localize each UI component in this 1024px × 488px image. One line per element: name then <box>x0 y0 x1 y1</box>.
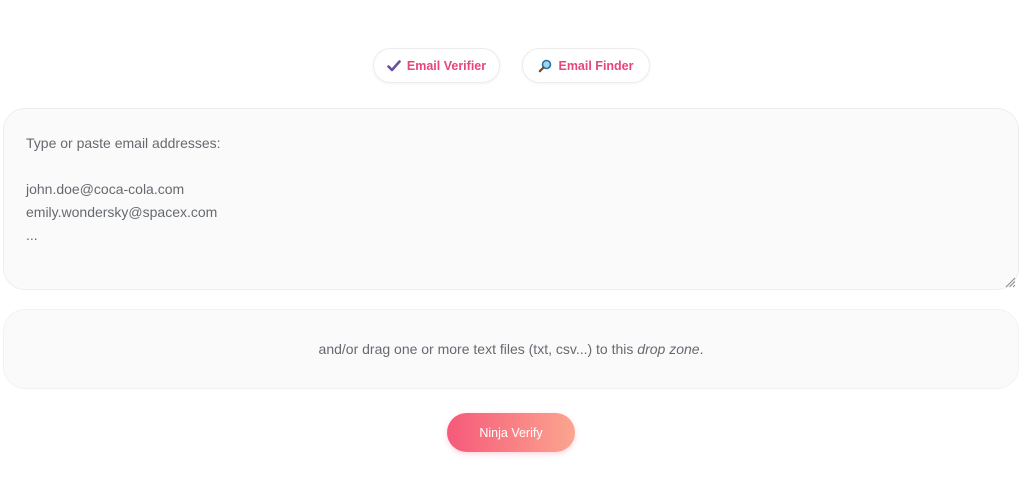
resize-handle-icon[interactable] <box>1004 275 1016 288</box>
email-input-box: Type or paste email addresses: john.doe@… <box>3 108 1019 290</box>
tab-email-verifier[interactable]: Email Verifier <box>373 48 500 83</box>
drop-zone-emphasis: drop zone <box>637 341 700 357</box>
drop-zone-text: and/or drag one or more text files (txt,… <box>318 341 704 357</box>
magnifier-icon <box>538 59 552 73</box>
email-input[interactable]: Type or paste email addresses: john.doe@… <box>4 109 1018 289</box>
tab-email-finder-label: Email Finder <box>558 58 634 73</box>
file-drop-zone[interactable]: and/or drag one or more text files (txt,… <box>3 309 1019 389</box>
mode-tabs: Email Verifier Email Finder <box>0 48 1024 85</box>
tab-email-finder[interactable]: Email Finder <box>522 48 650 83</box>
checkmark-icon <box>387 59 401 72</box>
tab-email-verifier-label: Email Verifier <box>406 58 487 73</box>
ninja-verify-button[interactable]: Ninja Verify <box>447 413 575 452</box>
